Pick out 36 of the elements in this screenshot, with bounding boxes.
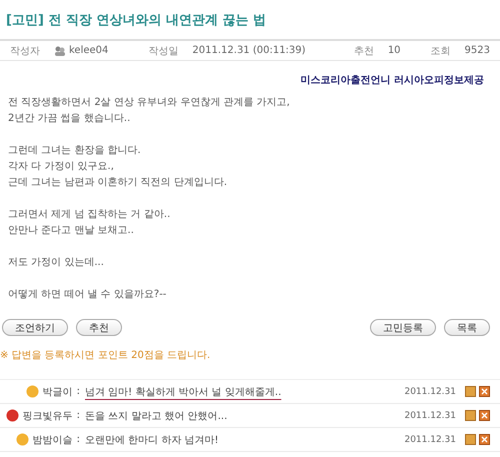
body-text: 그런데 그녀는 환장을 합니다.	[8, 144, 142, 158]
comment-date: 2011.12.31	[404, 386, 456, 396]
meta-label: 작성일	[148, 44, 178, 58]
body-text: 어떻게 하면 떼어 낼 수 있을까요?--	[8, 288, 168, 302]
action-button[interactable]: 추천	[76, 319, 122, 336]
body-text: 안만나 준다고 맨날 보채고..	[8, 224, 135, 238]
body-text: 그러면서 제게 넘 집착하는 거 같아..	[8, 208, 172, 222]
comment-date: 2011.12.31	[404, 434, 456, 444]
sponsor-link[interactable]: 미스코리아출전언니 러시아오피정보제공	[300, 73, 484, 91]
comment-text: 넘겨 임마! 확실하게 박아서 널 잊게해줄게..	[85, 386, 282, 398]
author-name[interactable]: kelee04	[69, 45, 108, 56]
comment-date: 2011.12.31	[404, 410, 456, 420]
comment-text: 오랜만에 한마디 하자 넘겨마!	[85, 434, 220, 446]
body-text: 전 직장생활하면서 2살 연상 유부녀와 우연찮게 관계를 가지고,	[8, 96, 291, 110]
meta-label: 추천	[354, 44, 374, 58]
comment-text: 돈을 쓰지 말라고 했어 안했어...	[85, 410, 228, 422]
body-text: 저도 가정이 있는데...	[8, 256, 105, 270]
comment-author: 핑크빛유두	[22, 410, 73, 422]
post-title: [고민] 전 직장 연상녀와의 내연관계 끊는 법	[5, 12, 268, 30]
action-button[interactable]: 목록	[444, 319, 490, 336]
action-button[interactable]: 조언하기	[2, 319, 68, 336]
meta-value: 10	[388, 45, 401, 56]
separator-colon: :	[76, 410, 80, 421]
meta-label: 작성자	[10, 44, 40, 58]
body-text: 2년간 가끔 썹을 했습니다..	[8, 112, 132, 126]
comment-author: 밤밤이슬	[32, 434, 73, 446]
body-text: 근데 그녀는 남편과 이혼하기 직전의 단계입니다.	[8, 176, 228, 190]
comment-author: 박글이	[42, 386, 73, 398]
meta-value: 2011.12.31 (00:11:39)	[192, 45, 306, 56]
action-button[interactable]: 고민등록	[370, 319, 436, 336]
notice-text: ※ 답변을 등록하시면 포인트 20점을 드립니다.	[0, 349, 212, 362]
body-text: 각자 다 가정이 있구요.,	[8, 160, 115, 174]
meta-label: 조회	[430, 44, 451, 58]
meta-value: 9523	[464, 45, 490, 56]
separator-colon: :	[76, 434, 80, 445]
separator-colon: :	[76, 386, 80, 397]
